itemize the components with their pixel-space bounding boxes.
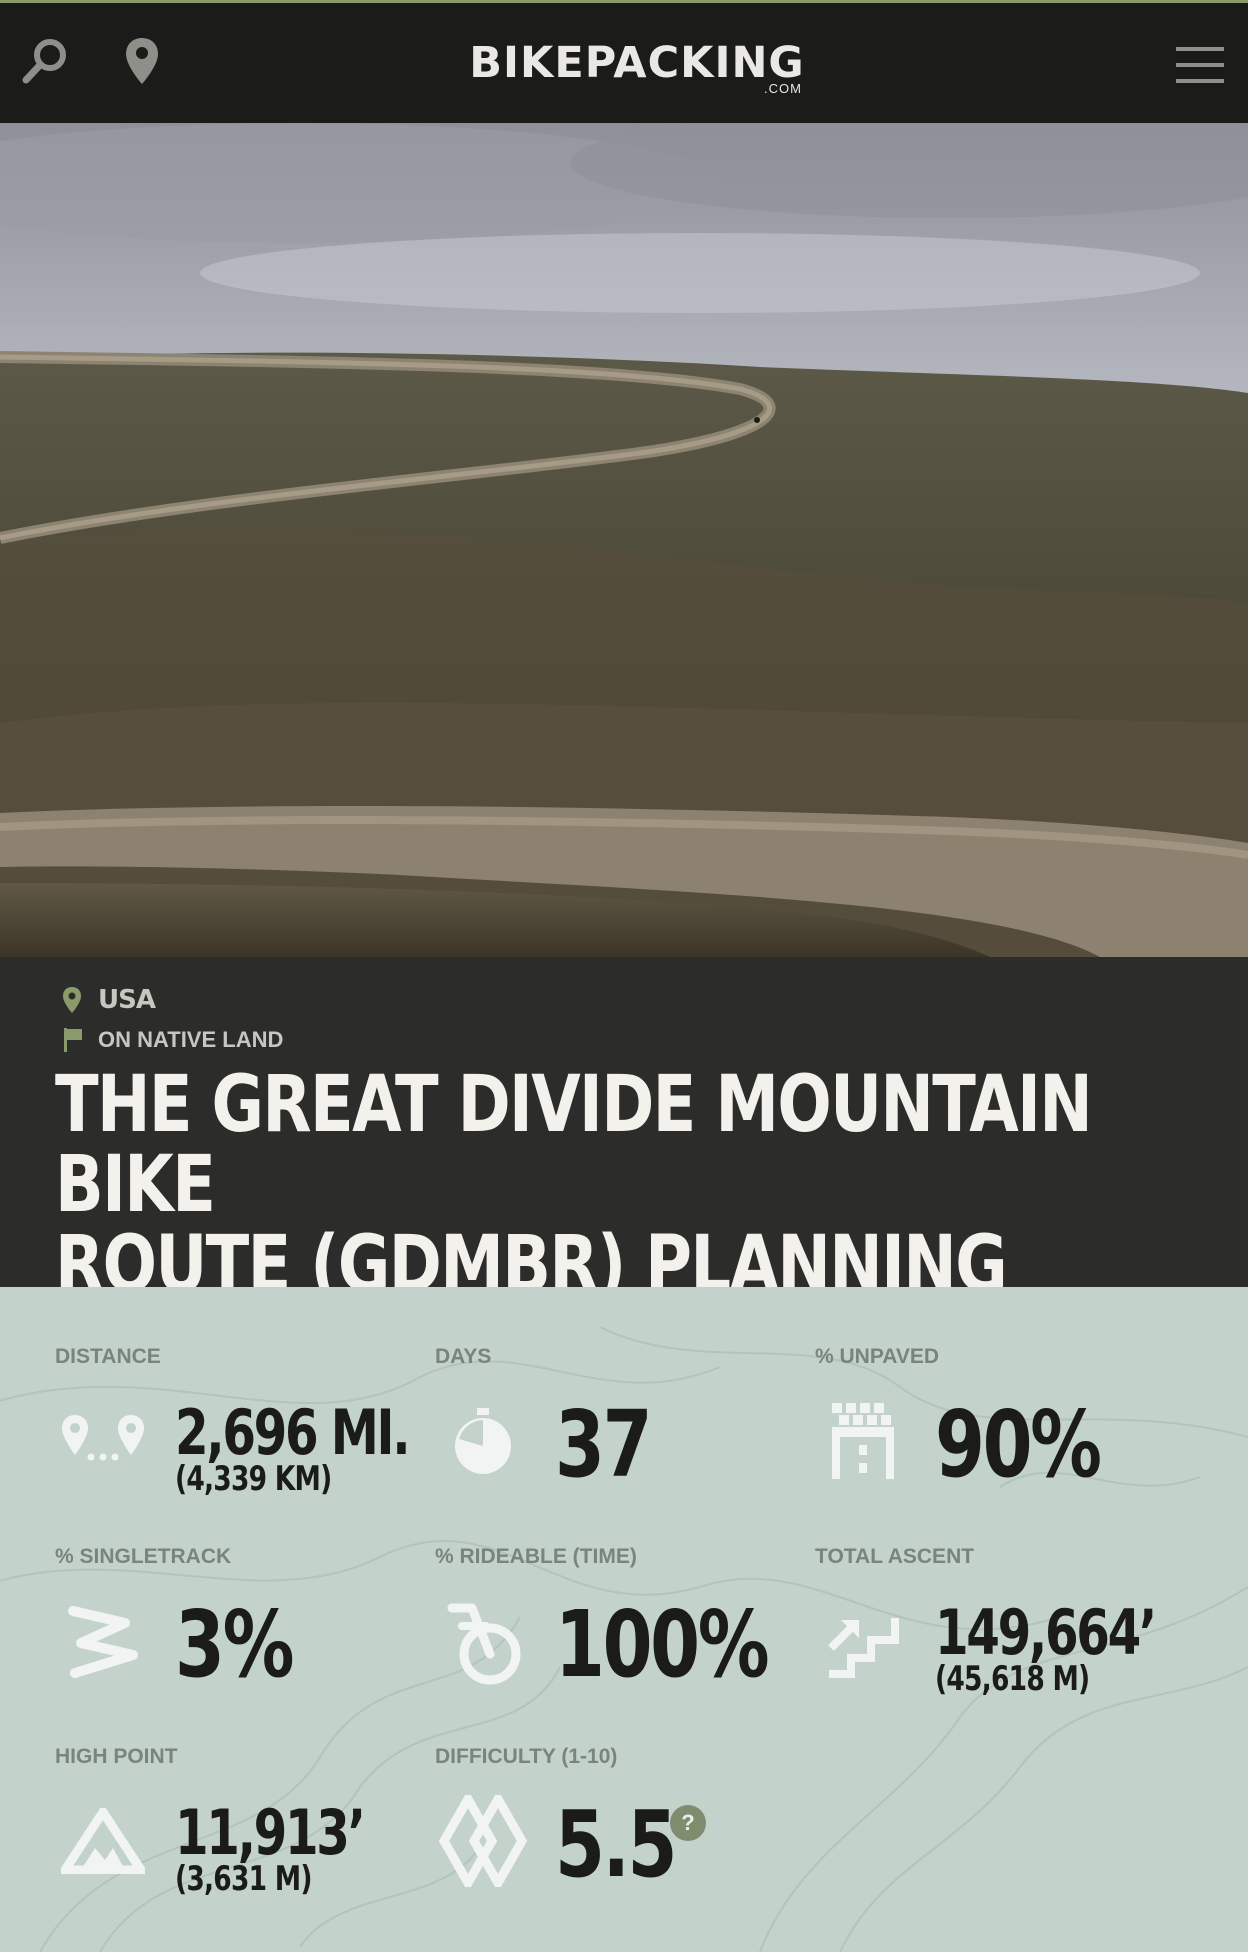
country-label: USA	[98, 985, 156, 1015]
stat-days: DAYS 37	[435, 1345, 795, 1525]
stat-label: HIGH POINT	[55, 1745, 178, 1768]
distance-pins-icon	[55, 1393, 151, 1489]
stat-value: 90%	[935, 1391, 1102, 1498]
page-title-line-1: THE GREAT DIVIDE MOUNTAIN BIKE	[55, 1060, 1093, 1230]
map-pin-icon	[63, 987, 81, 1013]
stat-label: TOTAL ASCENT	[815, 1545, 975, 1568]
search-icon	[22, 39, 66, 84]
stat-label: DAYS	[435, 1345, 492, 1368]
stat-value: 149,664’	[935, 1596, 1157, 1669]
stat-high-point: HIGH POINT 11,913’ (3,631 M)	[55, 1745, 415, 1925]
site-header: BIKEPACKING .COM	[0, 0, 1248, 123]
hero-landscape	[0, 123, 1248, 957]
stat-value: 5.5	[555, 1791, 677, 1898]
site-logo[interactable]: BIKEPACKING .COM	[462, 39, 812, 101]
stat-value: 3%	[175, 1591, 295, 1698]
stat-rideable: % RIDEABLE (TIME) 100%	[435, 1545, 795, 1725]
flag-icon	[64, 1028, 82, 1052]
stat-value: 100%	[555, 1591, 770, 1698]
stat-label: DIFFICULTY (1-10)	[435, 1745, 618, 1768]
stat-value: 2,696 MI.	[175, 1396, 411, 1469]
bicycle-wheel-icon	[435, 1593, 531, 1689]
menu-button[interactable]	[1172, 41, 1228, 89]
stat-label: % RIDEABLE (TIME)	[435, 1545, 637, 1568]
difficulty-help-badge[interactable]: ?	[670, 1805, 706, 1841]
route-country[interactable]: USA	[62, 985, 156, 1015]
stopwatch-icon	[435, 1393, 531, 1489]
native-land-label: ON NATIVE LAND	[98, 1027, 284, 1052]
singletrack-icon	[55, 1593, 151, 1689]
search-button[interactable]	[18, 33, 74, 89]
unpaved-road-icon	[815, 1393, 911, 1489]
stat-subvalue: (3,631 M)	[175, 1859, 313, 1899]
stat-distance: DISTANCE 2,696 MI. (4,339 KM)	[55, 1345, 415, 1525]
stairs-up-icon	[815, 1593, 911, 1689]
native-land-link[interactable]: ON NATIVE LAND	[62, 1027, 283, 1053]
map-pin-icon	[126, 38, 158, 84]
stat-ascent: TOTAL ASCENT 149,664’ (45,618 M)	[815, 1545, 1175, 1725]
stat-unpaved: % UNPAVED 90%	[815, 1345, 1175, 1525]
stat-value: 11,913’	[175, 1796, 366, 1869]
difficulty-diamond-icon	[435, 1793, 531, 1889]
stat-subvalue: (45,618 M)	[935, 1659, 1090, 1699]
stat-value: 37	[555, 1391, 653, 1498]
stat-label: DISTANCE	[55, 1345, 161, 1368]
route-title-band: USA ON NATIVE LAND THE GREAT DIVIDE MOUN…	[0, 957, 1248, 1385]
stat-difficulty: DIFFICULTY (1-10) 5.5	[435, 1745, 795, 1925]
stat-label: % SINGLETRACK	[55, 1545, 232, 1568]
route-stats: DISTANCE 2,696 MI. (4,339 KM) DAYS 37 % …	[0, 1287, 1248, 1952]
stat-label: % UNPAVED	[815, 1345, 940, 1368]
hero-image	[0, 123, 1248, 957]
hamburger-menu-icon	[1176, 47, 1224, 83]
stat-subvalue: (4,339 KM)	[175, 1459, 332, 1499]
location-button[interactable]	[114, 33, 170, 89]
stat-singletrack: % SINGLETRACK 3%	[55, 1545, 415, 1725]
mountain-icon	[55, 1793, 151, 1889]
logo-wordmark: BIKEPACKING	[469, 38, 805, 88]
